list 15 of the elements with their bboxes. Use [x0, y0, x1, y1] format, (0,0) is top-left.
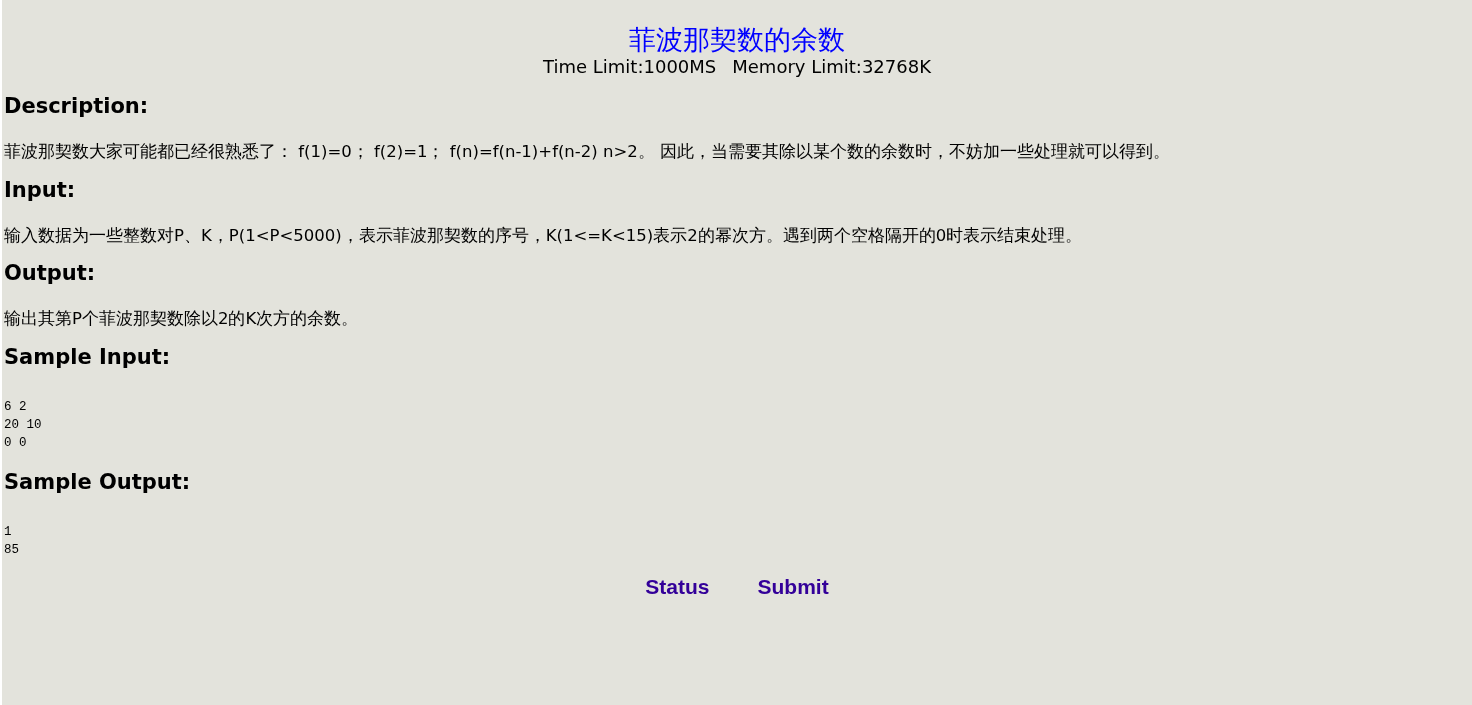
- problem-title: 菲波那契数的余数: [628, 24, 846, 57]
- section-heading: Sample Input:: [4, 344, 172, 371]
- section-heading: Output:: [4, 261, 97, 287]
- nav-link[interactable]: Submit: [757, 571, 829, 603]
- section-heading: Sample Output:: [4, 470, 192, 496]
- section-heading: Input:: [4, 177, 77, 203]
- section-text: 菲波那契数大家可能都已经很熟悉了： f(1)=0； f(2)=1； f(n)=f(n-1)+f(n-2) n>2。 因此，当需要其除以某个数的余数时，不妨加一些处理就可以得到。: [4, 141, 1171, 163]
- section-text: 输入数据为一些整数对P、K，P(1<P<5000)，表示菲波那契数的序号，K(1<=K<15)表示2的幂次方。遇到两个空格隔开的0时表示结束处理。: [4, 224, 1084, 247]
- limit-text: Time Limit:1000MS: [543, 56, 717, 78]
- sample-data: 1 85: [4, 524, 20, 560]
- nav-link[interactable]: Status: [645, 571, 710, 603]
- sample-data: 6 2 20 10 0 0: [4, 399, 43, 453]
- section-text: 输出其第P个菲波那契数除以2的K次方的余数。: [4, 308, 360, 330]
- limit-text: Memory Limit:32768K: [732, 56, 931, 78]
- section-heading: Description:: [4, 94, 150, 120]
